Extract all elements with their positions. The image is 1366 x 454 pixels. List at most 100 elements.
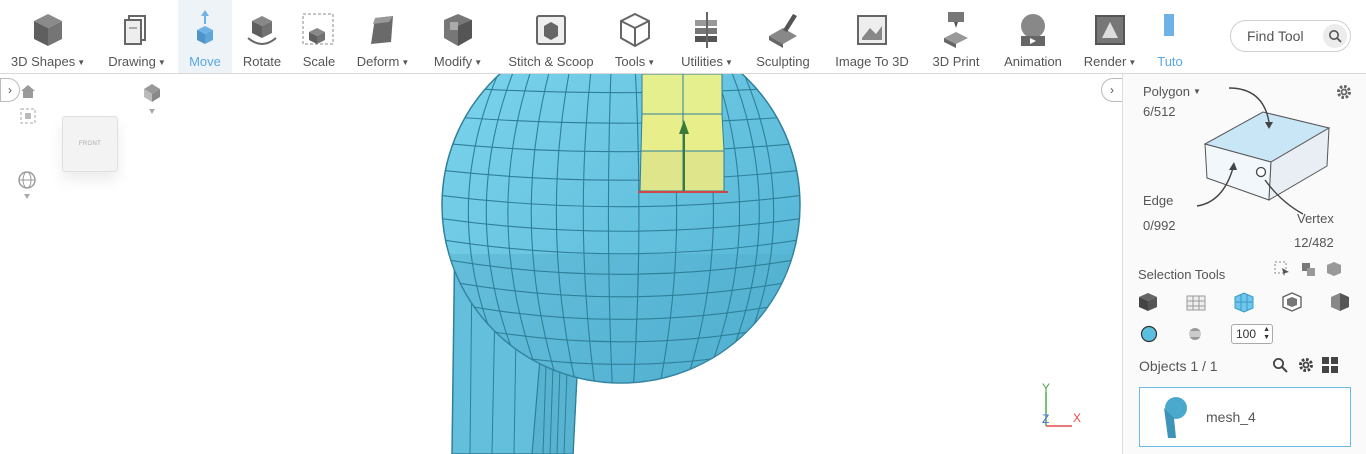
- tool-render-button[interactable]: Render ▼: [1074, 0, 1146, 73]
- brush-color-swatch[interactable]: [1139, 324, 1159, 344]
- dropdown-caret-icon: ▼: [647, 58, 656, 67]
- tool-animation-button[interactable]: Animation: [994, 0, 1072, 73]
- objects-count-label: Objects 1 / 1: [1139, 358, 1218, 374]
- tool-move-button[interactable]: Move: [178, 0, 232, 73]
- fit-view-icon[interactable]: [18, 106, 38, 126]
- dropdown-caret-icon: ▼: [724, 58, 733, 67]
- dropdown-caret-icon: ▼: [401, 58, 410, 67]
- object-list-item[interactable]: mesh_4: [1139, 387, 1351, 447]
- right-panel-toggle[interactable]: ›: [1101, 78, 1122, 102]
- tool-deform-button[interactable]: Deform ▼: [346, 0, 420, 73]
- object-thumbnail: [1164, 397, 1187, 438]
- brush-size-value: 100: [1236, 327, 1257, 341]
- tool-modify-button[interactable]: Modify ▼: [424, 0, 492, 73]
- stepper-arrows-icon[interactable]: ▲ ▼: [1263, 326, 1270, 342]
- dropdown-caret-icon: ▼: [474, 58, 483, 67]
- vertex-label: Vertex: [1297, 211, 1334, 226]
- animation-icon: [1011, 8, 1055, 52]
- modify-icon: [436, 8, 480, 52]
- main-toolbar: 3D Shapes ▼ Drawing ▼ Move Rotate Scale Deform ▼…: [0, 0, 1366, 74]
- tool-label: Modify ▼: [433, 54, 483, 69]
- utilities-icon: [685, 8, 729, 52]
- dropdown-caret-icon: ▼: [77, 58, 86, 67]
- tool-label: Deform ▼: [356, 54, 410, 69]
- axis-z-label: Z: [1042, 412, 1049, 426]
- edge-label: Edge: [1143, 193, 1174, 208]
- edge-count: 0/992: [1143, 218, 1176, 233]
- tool-tools-button[interactable]: Tools ▼: [606, 0, 664, 73]
- tool-label: Scale: [302, 54, 336, 69]
- polygon-count: 6/512: [1143, 104, 1176, 119]
- object-name: mesh_4: [1206, 409, 1256, 425]
- dropdown-caret-icon: ▼: [1128, 58, 1137, 67]
- tool-label: Animation: [1004, 54, 1062, 69]
- projection-toggle-icon[interactable]: [16, 170, 38, 204]
- stitch-scoop-icon: [529, 8, 573, 52]
- tool-image-to-3d-button[interactable]: Image To 3D: [826, 0, 918, 73]
- select-polygon-icon[interactable]: [1231, 290, 1257, 314]
- axis-indicator: Y X Z: [1042, 381, 1081, 427]
- select-faces-grid-icon[interactable]: [1183, 290, 1209, 314]
- vertex-count: 12/482: [1294, 235, 1334, 250]
- tool-label: Sculpting: [756, 54, 810, 69]
- search-objects-icon[interactable]: [1271, 356, 1289, 374]
- navcube-front-face: FRONT: [78, 141, 102, 147]
- grid-view-icon[interactable]: [1320, 356, 1340, 374]
- select-object-icon[interactable]: [1135, 290, 1161, 314]
- brush-size-stepper[interactable]: 100 ▲ ▼: [1231, 324, 1273, 344]
- selection-mode-diagram[interactable]: [1193, 82, 1363, 222]
- rotate-icon: [240, 8, 284, 52]
- tool-label: Drawing ▼: [108, 54, 166, 69]
- select-element-icon[interactable]: [1279, 290, 1305, 314]
- drawing-icon: [115, 8, 159, 52]
- tool-label: 3D Shapes ▼: [10, 54, 86, 69]
- brush-falloff-icon[interactable]: [1185, 324, 1205, 344]
- select-all-icon[interactable]: [1325, 260, 1343, 278]
- objects-settings-icon[interactable]: [1297, 356, 1315, 374]
- select-invert-icon[interactable]: [1299, 260, 1317, 278]
- tool-label: Utilities ▼: [681, 54, 733, 69]
- navigation-cube[interactable]: FRONT: [62, 116, 118, 172]
- tool-label: Stitch & Scoop: [508, 54, 594, 69]
- scale-icon: [297, 8, 341, 52]
- 3d-viewport[interactable]: Y X Z › FRONT ›: [0, 74, 1122, 454]
- tool-sculpting-button[interactable]: Sculpting: [746, 0, 820, 73]
- tool-label: Tuto: [1157, 54, 1183, 69]
- tool-rotate-button[interactable]: Rotate: [232, 0, 292, 73]
- find-tool-label: Find Tool: [1247, 28, 1304, 44]
- axis-y-label: Y: [1042, 381, 1050, 395]
- tool-utilities-button[interactable]: Utilities ▼: [670, 0, 744, 73]
- axis-x-label: X: [1073, 411, 1081, 425]
- move-icon: [183, 8, 227, 52]
- cube-icon: [26, 8, 70, 52]
- tool-label: Rotate: [242, 54, 282, 69]
- tool-stitch-scoop-button[interactable]: Stitch & Scoop: [498, 0, 604, 73]
- view-orientation-icon[interactable]: [140, 80, 164, 116]
- image-to-3d-icon: [850, 8, 894, 52]
- tool-label: Image To 3D: [835, 54, 909, 69]
- select-cursor-icon[interactable]: [1273, 260, 1291, 278]
- deform-icon: [361, 8, 405, 52]
- search-icon[interactable]: [1323, 24, 1347, 48]
- dropdown-caret-icon: ▼: [157, 58, 166, 67]
- tutorial-icon: [1148, 8, 1192, 52]
- selection-mode-label: Polygon: [1143, 84, 1190, 99]
- tool-drawing-button[interactable]: Drawing ▼: [101, 0, 173, 73]
- selection-panel: Polygon ▼ 6/512 Edge 0/992 Vertex 12/482 …: [1122, 74, 1366, 454]
- tool-label: Tools ▼: [614, 54, 656, 69]
- tool-label: 3D Print: [932, 54, 980, 69]
- tool-3d-shapes-button[interactable]: 3D Shapes ▼: [6, 0, 90, 73]
- find-tool-input[interactable]: Find Tool: [1230, 20, 1351, 52]
- sculpting-icon: [761, 8, 805, 52]
- select-half-icon[interactable]: [1327, 290, 1353, 314]
- tool-3d-print-button[interactable]: 3D Print: [922, 0, 990, 73]
- tool-scale-button[interactable]: Scale: [292, 0, 346, 73]
- tool-label: Move: [189, 54, 221, 69]
- home-view-icon[interactable]: [18, 82, 38, 100]
- selection-tools-label: Selection Tools: [1138, 267, 1226, 282]
- tool-label: Render ▼: [1083, 54, 1137, 69]
- mesh-scene[interactable]: Y X Z: [0, 74, 1122, 454]
- 3d-print-icon: [934, 8, 978, 52]
- tool-tuto-button[interactable]: Tuto: [1152, 0, 1188, 73]
- render-icon: [1088, 8, 1132, 52]
